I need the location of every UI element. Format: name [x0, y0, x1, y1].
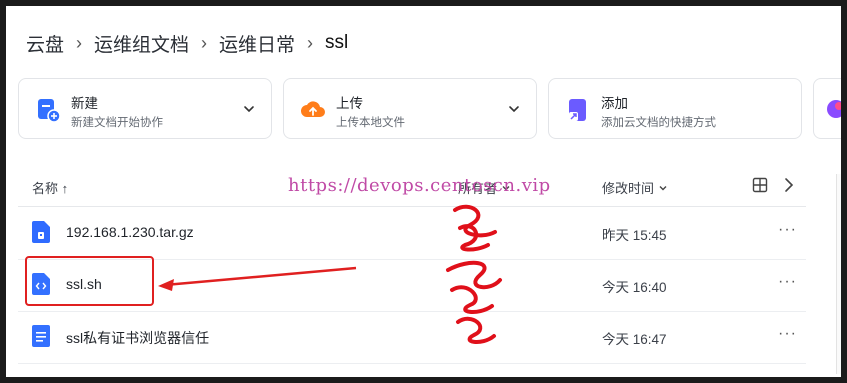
redaction-scribble — [446, 204, 502, 344]
annotation-overlay — [158, 204, 502, 344]
red-arrow-icon — [158, 266, 357, 291]
